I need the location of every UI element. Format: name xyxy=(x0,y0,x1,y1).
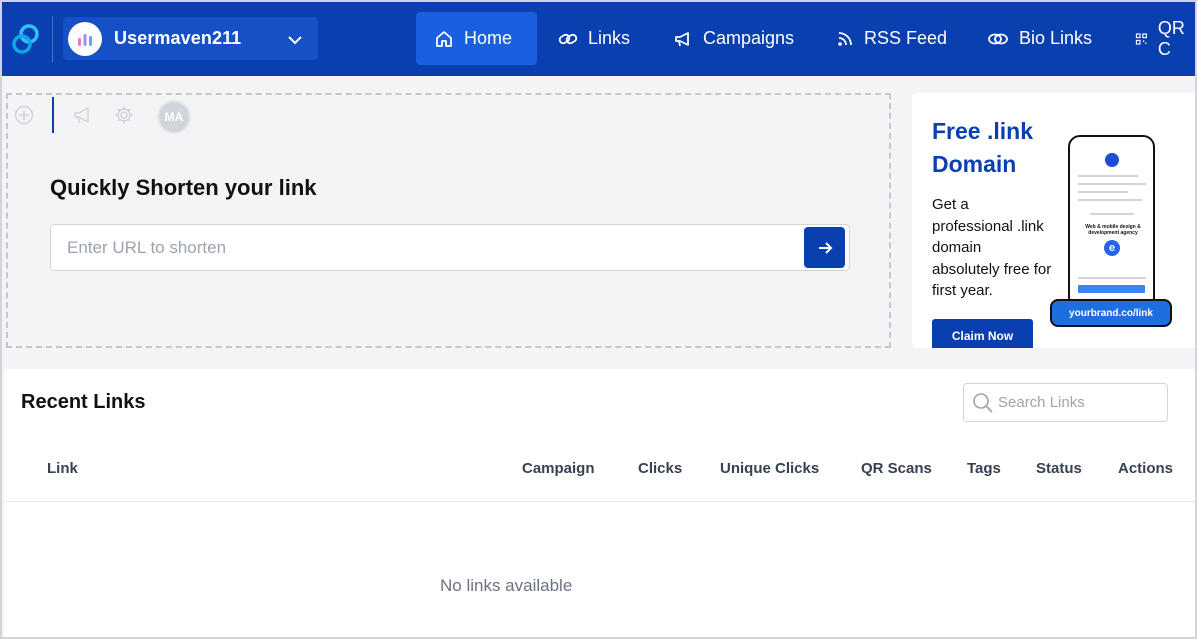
search-icon xyxy=(972,392,994,419)
chevron-down-icon xyxy=(288,32,302,50)
column-header-clicks[interactable]: Clicks xyxy=(638,460,682,477)
nav-rss-feed[interactable]: RSS Feed xyxy=(818,12,965,65)
recent-links-section: Recent Links Link Campaign Clicks Unique… xyxy=(4,369,1195,637)
promo-description: Get a professional .link domain absolute… xyxy=(932,196,1052,299)
url-input[interactable] xyxy=(51,225,801,270)
promo-title: Free .link Domain xyxy=(932,118,1033,177)
column-header-status[interactable]: Status xyxy=(1036,460,1082,477)
nav-rss-label: RSS Feed xyxy=(864,28,948,48)
workspace-switcher[interactable]: Usermaven211 xyxy=(63,17,318,60)
phone-text-line xyxy=(1078,199,1142,201)
phone-text-line xyxy=(1078,183,1146,185)
column-header-campaign[interactable]: Campaign xyxy=(522,460,595,477)
home-icon xyxy=(436,30,452,47)
toolbar-divider xyxy=(52,97,54,133)
column-header-qr-scans[interactable]: QR Scans xyxy=(861,460,932,477)
nav-links[interactable]: Links xyxy=(540,12,648,65)
phone-heading: Web & mobile design & development agency xyxy=(1085,224,1141,236)
phone-text-line xyxy=(1078,175,1138,177)
shorten-link-panel: MA Quickly Shorten your link xyxy=(6,93,891,348)
url-input-container xyxy=(50,224,850,271)
nav-campaigns-label: Campaigns xyxy=(703,28,795,48)
column-header-link[interactable]: Link xyxy=(47,460,78,477)
nav-bio-links[interactable]: Bio Links xyxy=(969,12,1110,65)
brand-divider xyxy=(52,16,53,62)
shorten-submit-button[interactable] xyxy=(804,227,845,268)
settings-gear-icon[interactable] xyxy=(114,105,134,130)
phone-logo-icon xyxy=(1105,153,1119,167)
shorten-title: Quickly Shorten your link xyxy=(50,175,317,200)
nav-home-label: Home xyxy=(464,28,513,48)
app-window: Usermaven211 Home Links Campaigns RSS Fe… xyxy=(0,0,1197,639)
phone-mockup: Web & mobile design & development agency… xyxy=(1068,135,1155,311)
phone-text-line xyxy=(1090,213,1134,215)
bio-link-icon xyxy=(988,33,1008,44)
nav-qr-label: QR C xyxy=(1157,17,1185,59)
phone-brand-e-icon: e xyxy=(1104,240,1120,256)
top-navigation: Usermaven211 Home Links Campaigns RSS Fe… xyxy=(2,2,1195,76)
phone-text-line xyxy=(1078,277,1146,279)
nav-home[interactable]: Home xyxy=(416,12,537,65)
nav-campaigns[interactable]: Campaigns xyxy=(655,12,812,65)
megaphone-icon xyxy=(675,31,689,46)
user-avatar[interactable]: MA xyxy=(157,100,191,134)
column-header-tags[interactable]: Tags xyxy=(967,460,1001,477)
workspace-avatar-icon xyxy=(68,21,102,56)
phone-text-line xyxy=(1078,191,1128,193)
empty-state-message: No links available xyxy=(440,576,573,595)
rss-icon xyxy=(838,31,852,46)
nav-bio-links-label: Bio Links xyxy=(1019,28,1093,48)
brand-link-pill: yourbrand.co/link xyxy=(1050,299,1172,327)
search-links-input[interactable] xyxy=(998,384,1163,421)
promo-card: Free .link Domain Get a professional .li… xyxy=(912,93,1195,348)
workspace-name: Usermaven211 xyxy=(114,28,242,48)
megaphone-icon[interactable] xyxy=(72,104,94,131)
phone-button xyxy=(1078,285,1145,293)
column-header-actions[interactable]: Actions xyxy=(1118,460,1173,477)
column-header-unique-clicks[interactable]: Unique Clicks xyxy=(720,460,819,477)
search-links-container xyxy=(963,383,1168,422)
link-icon xyxy=(558,33,578,44)
qr-icon xyxy=(1135,32,1148,45)
claim-now-button[interactable]: Claim Now xyxy=(932,319,1033,348)
nav-qr-codes[interactable]: QR C xyxy=(1117,12,1195,65)
add-icon[interactable] xyxy=(14,105,34,130)
table-header-divider xyxy=(4,501,1195,502)
recent-links-title: Recent Links xyxy=(21,391,146,413)
arrow-right-icon xyxy=(818,241,832,254)
brand-logo-icon[interactable] xyxy=(10,22,42,56)
nav-links-label: Links xyxy=(588,28,631,48)
